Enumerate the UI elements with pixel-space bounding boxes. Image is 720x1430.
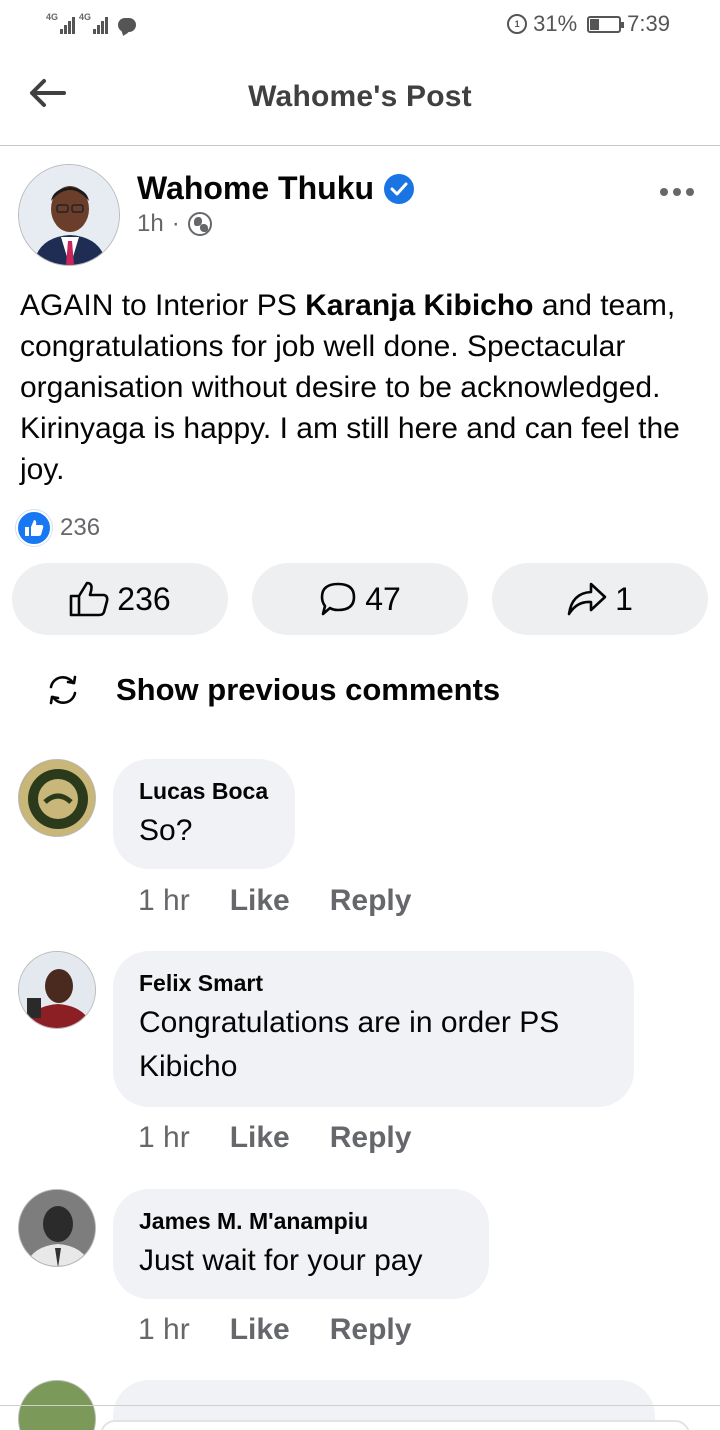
comment-reply-button[interactable]: Reply bbox=[330, 1313, 412, 1347]
comment-text: Just wait for your pay bbox=[139, 1244, 423, 1277]
comment-actions: 1 hr Like Reply bbox=[138, 1313, 411, 1347]
commenter-name[interactable]: James M. M'anampiu bbox=[139, 1207, 463, 1235]
commenter-name[interactable]: Lucas Boca bbox=[139, 777, 269, 805]
battery-percent: 31% bbox=[533, 11, 578, 36]
refresh-icon bbox=[49, 675, 77, 705]
comment-text: So? bbox=[139, 814, 193, 847]
post-meta: 1h · bbox=[137, 210, 212, 238]
profile-photo-icon bbox=[19, 165, 119, 265]
clock: 7:39 bbox=[627, 11, 670, 36]
profile-photo-icon bbox=[19, 952, 95, 1028]
comment-bubble[interactable]: Lucas Boca So? bbox=[113, 759, 295, 869]
comment-time[interactable]: 1 hr bbox=[138, 884, 190, 918]
comment-time[interactable]: 1 hr bbox=[138, 1121, 190, 1155]
comment-like-button[interactable]: Like bbox=[230, 884, 290, 918]
like-reaction-icon bbox=[16, 510, 52, 546]
post-time[interactable]: 1h bbox=[137, 210, 164, 238]
verified-badge-icon bbox=[384, 173, 415, 204]
commenter-name[interactable]: Felix Smart bbox=[139, 969, 608, 997]
comment-reply-button[interactable]: Reply bbox=[330, 1121, 412, 1155]
comment-like-button[interactable]: Like bbox=[230, 1313, 290, 1347]
like-count: 236 bbox=[117, 580, 171, 617]
commenter-avatar[interactable] bbox=[18, 1189, 96, 1267]
comment-like-button[interactable]: Like bbox=[230, 1121, 290, 1155]
meta-separator: · bbox=[171, 210, 180, 237]
comment-bubble[interactable]: James M. M'anampiu Just wait for your pa… bbox=[113, 1189, 489, 1299]
post-tagged-name[interactable]: Karanja Kibicho bbox=[305, 289, 533, 322]
comment-actions: 1 hr Like Reply bbox=[138, 1121, 411, 1155]
comment-bubble[interactable]: Felix Smart Congratulations are in order… bbox=[113, 951, 634, 1107]
reaction-summary[interactable]: 236 bbox=[16, 510, 100, 546]
post-actions: 236 47 1 bbox=[12, 563, 708, 635]
post-text-segment: AGAIN to Interior PS bbox=[20, 289, 306, 322]
commenter-avatar[interactable] bbox=[18, 759, 96, 837]
thumbs-up-icon bbox=[69, 581, 109, 617]
together-we-can-logo-icon bbox=[19, 760, 95, 836]
comment-count: 47 bbox=[365, 580, 401, 617]
author-name[interactable]: Wahome Thuku bbox=[137, 170, 374, 207]
network-type-label: 4G bbox=[46, 12, 59, 22]
post-author[interactable]: Wahome Thuku bbox=[137, 170, 415, 207]
more-options-button[interactable] bbox=[660, 188, 694, 196]
comment-actions: 1 hr Like Reply bbox=[138, 884, 411, 918]
share-button[interactable]: 1 bbox=[492, 563, 708, 635]
post-body: AGAIN to Interior PS Karanja Kibicho and… bbox=[20, 285, 710, 490]
top-app-bar: Wahome's Post bbox=[0, 50, 720, 146]
comment-time[interactable]: 1 hr bbox=[138, 1313, 190, 1347]
reaction-count: 236 bbox=[60, 514, 101, 541]
status-left: 4G 4G bbox=[46, 12, 136, 34]
network-type-label: 4G bbox=[79, 12, 92, 22]
message-notification-icon bbox=[118, 18, 136, 32]
status-right: 1 31% 7:39 bbox=[507, 11, 670, 37]
show-previous-label: Show previous comments bbox=[116, 672, 501, 707]
show-previous-comments-button[interactable]: Show previous comments bbox=[46, 672, 500, 708]
share-icon bbox=[567, 582, 607, 616]
comment-input[interactable] bbox=[100, 1420, 690, 1430]
dot bbox=[686, 188, 694, 196]
author-avatar[interactable] bbox=[18, 164, 120, 266]
dot bbox=[673, 188, 681, 196]
globe-icon bbox=[187, 212, 212, 236]
dot bbox=[660, 188, 668, 196]
comment-text: Congratulations are in order PS Kibicho bbox=[139, 1006, 560, 1083]
signal-icon: 4G bbox=[79, 12, 108, 34]
page-title: Wahome's Post bbox=[248, 80, 472, 113]
share-count: 1 bbox=[615, 580, 633, 617]
comment-button[interactable]: 47 bbox=[252, 563, 468, 635]
battery-icon bbox=[587, 15, 625, 33]
comment-icon bbox=[320, 582, 356, 616]
status-bar: 4G 4G 1 31% 7:39 bbox=[0, 0, 720, 50]
like-button[interactable]: 236 bbox=[12, 563, 228, 635]
commenter-avatar[interactable] bbox=[18, 951, 96, 1029]
composer-divider bbox=[0, 1405, 720, 1406]
profile-photo-icon bbox=[19, 1190, 95, 1266]
comment-reply-button[interactable]: Reply bbox=[330, 884, 412, 918]
signal-icon: 4G bbox=[46, 12, 75, 34]
data-saver-icon: 1 bbox=[507, 14, 528, 34]
